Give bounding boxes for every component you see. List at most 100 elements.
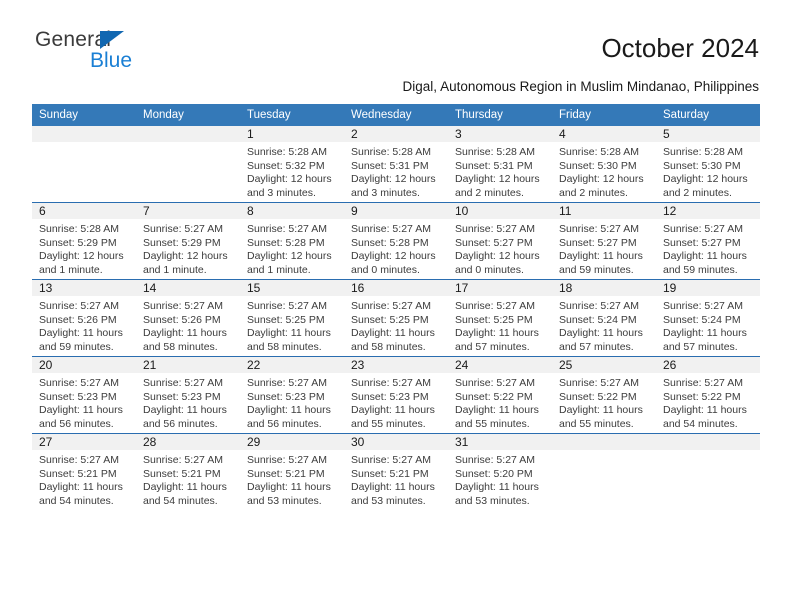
sunset-text: Sunset: 5:23 PM — [39, 390, 117, 403]
generalblue-logo: General Blue — [35, 28, 235, 78]
daylight-text: Daylight: 11 hours and 58 minutes. — [143, 327, 227, 353]
daylight-text: Daylight: 11 hours and 56 minutes. — [39, 404, 123, 430]
sunrise-text: Sunrise: 5:27 AM — [247, 377, 327, 389]
day-cell[interactable]: 13 Sunrise: 5:27 AM Sunset: 5:26 PM Dayl… — [32, 279, 136, 357]
daylight-text: Daylight: 11 hours and 54 minutes. — [663, 404, 747, 430]
calendar-week-row: 13 Sunrise: 5:27 AM Sunset: 5:26 PM Dayl… — [32, 279, 760, 357]
day-cell[interactable]: 26 Sunrise: 5:27 AM Sunset: 5:22 PM Dayl… — [656, 356, 760, 434]
day-cell[interactable]: 29 Sunrise: 5:27 AM Sunset: 5:21 PM Dayl… — [240, 433, 344, 510]
daylight-text: Daylight: 12 hours and 1 minute. — [247, 250, 332, 276]
page-title: October 2024 — [601, 33, 759, 63]
day-cell[interactable]: 2 Sunrise: 5:28 AM Sunset: 5:31 PM Dayli… — [344, 126, 448, 203]
day-cell[interactable]: 16 Sunrise: 5:27 AM Sunset: 5:25 PM Dayl… — [344, 279, 448, 357]
sunset-text: Sunset: 5:26 PM — [39, 313, 117, 326]
sunset-text: Sunset: 5:22 PM — [663, 390, 741, 403]
daylight-text: Daylight: 12 hours and 3 minutes. — [247, 173, 332, 199]
day-cell[interactable]: 9 Sunrise: 5:27 AM Sunset: 5:28 PM Dayli… — [344, 202, 448, 280]
day-details: Sunrise: 5:27 AM Sunset: 5:24 PM Dayligh… — [656, 296, 760, 354]
day-number: 17 — [448, 280, 552, 296]
sunset-text: Sunset: 5:32 PM — [247, 159, 325, 172]
day-cell[interactable]: 6 Sunrise: 5:28 AM Sunset: 5:29 PM Dayli… — [32, 202, 136, 280]
day-cell[interactable]: 21 Sunrise: 5:27 AM Sunset: 5:23 PM Dayl… — [136, 356, 240, 434]
day-number: 8 — [240, 203, 344, 219]
day-number: 4 — [552, 126, 656, 142]
day-cell[interactable]: 23 Sunrise: 5:27 AM Sunset: 5:23 PM Dayl… — [344, 356, 448, 434]
day-number: 27 — [32, 434, 136, 450]
day-cell[interactable]: 5 Sunrise: 5:28 AM Sunset: 5:30 PM Dayli… — [656, 126, 760, 203]
weekday-header-thursday: Thursday — [448, 104, 552, 126]
day-number — [136, 126, 240, 142]
day-cell[interactable]: 25 Sunrise: 5:27 AM Sunset: 5:22 PM Dayl… — [552, 356, 656, 434]
day-cell[interactable]: 7 Sunrise: 5:27 AM Sunset: 5:29 PM Dayli… — [136, 202, 240, 280]
day-cell[interactable]: 11 Sunrise: 5:27 AM Sunset: 5:27 PM Dayl… — [552, 202, 656, 280]
triangle-icon — [100, 31, 124, 49]
day-number: 3 — [448, 126, 552, 142]
day-number: 12 — [656, 203, 760, 219]
day-details: Sunrise: 5:27 AM Sunset: 5:25 PM Dayligh… — [448, 296, 552, 354]
day-cell[interactable]: 19 Sunrise: 5:27 AM Sunset: 5:24 PM Dayl… — [656, 279, 760, 357]
day-details: Sunrise: 5:28 AM Sunset: 5:31 PM Dayligh… — [448, 142, 552, 200]
sunset-text: Sunset: 5:24 PM — [663, 313, 741, 326]
sunset-text: Sunset: 5:30 PM — [663, 159, 741, 172]
day-cell[interactable]: 28 Sunrise: 5:27 AM Sunset: 5:21 PM Dayl… — [136, 433, 240, 510]
sunset-text: Sunset: 5:21 PM — [39, 467, 117, 480]
day-number: 11 — [552, 203, 656, 219]
page-header: General Blue October 2024 Digal, Autonom… — [0, 0, 792, 100]
day-details: Sunrise: 5:27 AM Sunset: 5:28 PM Dayligh… — [240, 219, 344, 277]
day-cell[interactable]: 10 Sunrise: 5:27 AM Sunset: 5:27 PM Dayl… — [448, 202, 552, 280]
sunrise-text: Sunrise: 5:27 AM — [143, 223, 223, 235]
daylight-text: Daylight: 11 hours and 53 minutes. — [247, 481, 331, 507]
sunset-text: Sunset: 5:21 PM — [143, 467, 221, 480]
day-details: Sunrise: 5:27 AM Sunset: 5:28 PM Dayligh… — [344, 219, 448, 277]
daylight-text: Daylight: 11 hours and 58 minutes. — [351, 327, 435, 353]
day-details: Sunrise: 5:27 AM Sunset: 5:23 PM Dayligh… — [136, 373, 240, 431]
day-details: Sunrise: 5:27 AM Sunset: 5:22 PM Dayligh… — [552, 373, 656, 431]
day-cell[interactable]: 12 Sunrise: 5:27 AM Sunset: 5:27 PM Dayl… — [656, 202, 760, 280]
daylight-text: Daylight: 12 hours and 3 minutes. — [351, 173, 436, 199]
day-details: Sunrise: 5:27 AM Sunset: 5:24 PM Dayligh… — [552, 296, 656, 354]
sunrise-text: Sunrise: 5:27 AM — [351, 377, 431, 389]
day-number — [32, 126, 136, 142]
daylight-text: Daylight: 11 hours and 54 minutes. — [143, 481, 227, 507]
sunrise-text: Sunrise: 5:27 AM — [143, 300, 223, 312]
day-details: Sunrise: 5:27 AM Sunset: 5:27 PM Dayligh… — [552, 219, 656, 277]
sunrise-text: Sunrise: 5:27 AM — [247, 454, 327, 466]
day-details: Sunrise: 5:27 AM Sunset: 5:27 PM Dayligh… — [448, 219, 552, 277]
day-cell[interactable]: 14 Sunrise: 5:27 AM Sunset: 5:26 PM Dayl… — [136, 279, 240, 357]
day-cell[interactable]: 17 Sunrise: 5:27 AM Sunset: 5:25 PM Dayl… — [448, 279, 552, 357]
sunrise-text: Sunrise: 5:27 AM — [559, 300, 639, 312]
day-number: 30 — [344, 434, 448, 450]
day-details: Sunrise: 5:27 AM Sunset: 5:27 PM Dayligh… — [656, 219, 760, 277]
sunrise-text: Sunrise: 5:27 AM — [455, 223, 535, 235]
sunrise-text: Sunrise: 5:28 AM — [39, 223, 119, 235]
sunrise-text: Sunrise: 5:27 AM — [143, 454, 223, 466]
daylight-text: Daylight: 11 hours and 53 minutes. — [455, 481, 539, 507]
sunset-text: Sunset: 5:27 PM — [663, 236, 741, 249]
day-cell[interactable]: 31 Sunrise: 5:27 AM Sunset: 5:20 PM Dayl… — [448, 433, 552, 510]
day-number: 7 — [136, 203, 240, 219]
sunrise-text: Sunrise: 5:27 AM — [247, 300, 327, 312]
day-cell[interactable]: 27 Sunrise: 5:27 AM Sunset: 5:21 PM Dayl… — [32, 433, 136, 510]
sunset-text: Sunset: 5:20 PM — [455, 467, 533, 480]
day-cell[interactable]: 1 Sunrise: 5:28 AM Sunset: 5:32 PM Dayli… — [240, 126, 344, 203]
daylight-text: Daylight: 12 hours and 0 minutes. — [351, 250, 436, 276]
day-number: 22 — [240, 357, 344, 373]
day-cell[interactable]: 8 Sunrise: 5:27 AM Sunset: 5:28 PM Dayli… — [240, 202, 344, 280]
day-cell[interactable]: 3 Sunrise: 5:28 AM Sunset: 5:31 PM Dayli… — [448, 126, 552, 203]
day-cell[interactable]: 18 Sunrise: 5:27 AM Sunset: 5:24 PM Dayl… — [552, 279, 656, 357]
day-number: 23 — [344, 357, 448, 373]
sunset-text: Sunset: 5:28 PM — [247, 236, 325, 249]
daylight-text: Daylight: 11 hours and 57 minutes. — [455, 327, 539, 353]
day-cell[interactable]: 4 Sunrise: 5:28 AM Sunset: 5:30 PM Dayli… — [552, 126, 656, 203]
day-cell[interactable]: 30 Sunrise: 5:27 AM Sunset: 5:21 PM Dayl… — [344, 433, 448, 510]
sunset-text: Sunset: 5:29 PM — [143, 236, 221, 249]
sunrise-text: Sunrise: 5:27 AM — [559, 223, 639, 235]
day-cell[interactable]: 24 Sunrise: 5:27 AM Sunset: 5:22 PM Dayl… — [448, 356, 552, 434]
day-cell[interactable]: 22 Sunrise: 5:27 AM Sunset: 5:23 PM Dayl… — [240, 356, 344, 434]
day-cell — [552, 433, 656, 510]
day-cell[interactable]: 15 Sunrise: 5:27 AM Sunset: 5:25 PM Dayl… — [240, 279, 344, 357]
day-number: 29 — [240, 434, 344, 450]
sunrise-text: Sunrise: 5:28 AM — [559, 146, 639, 158]
sunrise-text: Sunrise: 5:27 AM — [663, 223, 743, 235]
day-cell[interactable]: 20 Sunrise: 5:27 AM Sunset: 5:23 PM Dayl… — [32, 356, 136, 434]
